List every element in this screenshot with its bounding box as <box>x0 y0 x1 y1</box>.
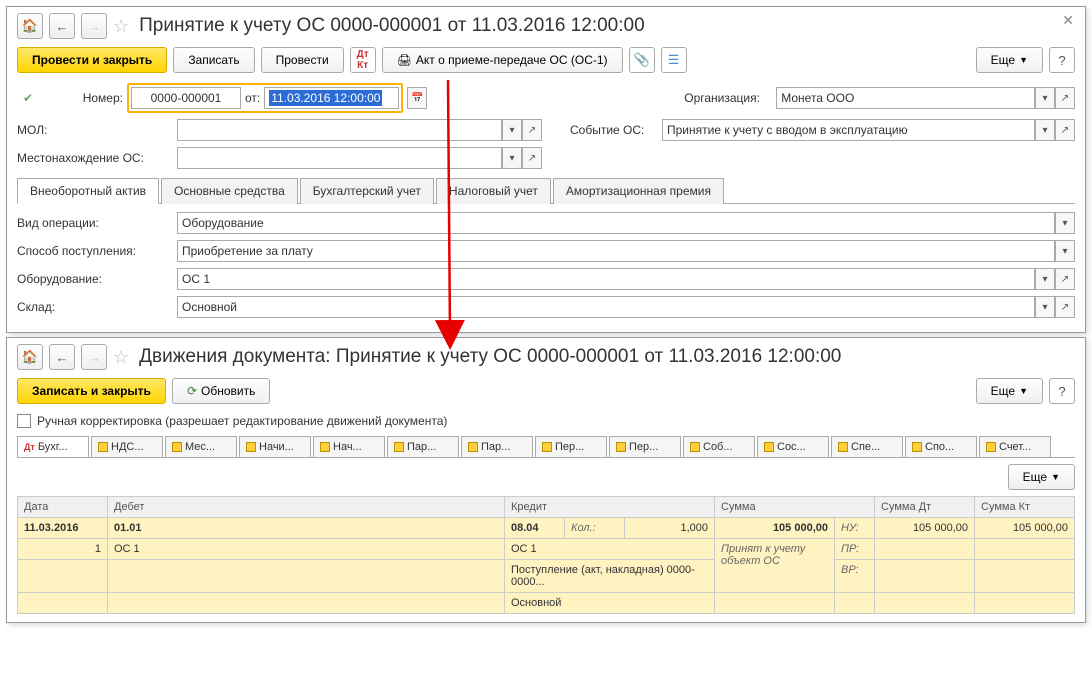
home-button[interactable]: 🏠 <box>17 13 43 39</box>
location-label: Местонахождение ОС: <box>17 151 173 165</box>
organization-label: Организация: <box>684 91 772 105</box>
warehouse-label: Склад: <box>17 300 173 314</box>
movements-tab-6[interactable]: Пар... <box>461 436 533 457</box>
grid-more-button[interactable]: Еще ▼ <box>1008 464 1075 490</box>
equipment-label: Оборудование: <box>17 272 173 286</box>
mol-label: МОЛ: <box>17 123 173 137</box>
operation-type-field[interactable]: Оборудование <box>177 212 1055 234</box>
movements-tab-4[interactable]: Нач... <box>313 436 385 457</box>
table-row[interactable]: 1 ОС 1 ОС 1 Принят к учету объект ОС ПР: <box>18 539 1075 560</box>
movements-tab-12[interactable]: Спо... <box>905 436 977 457</box>
manual-edit-label: Ручная корректировка (разрешает редактир… <box>37 414 447 428</box>
write-button[interactable]: Записать <box>173 47 254 73</box>
refresh-button[interactable]: ⟳Обновить <box>172 378 270 404</box>
event-field[interactable]: Принятие к учету с вводом в эксплуатацию <box>662 119 1035 141</box>
home-button[interactable]: 🏠 <box>17 344 43 370</box>
movements-tab-1[interactable]: НДС... <box>91 436 163 457</box>
operation-type-label: Вид операции: <box>17 216 173 230</box>
movements-tab-13[interactable]: Счет... <box>979 436 1051 457</box>
post-and-close-button[interactable]: Провести и закрыть <box>17 47 167 73</box>
doc-status-icon: ✔ <box>17 87 39 109</box>
movements-tab-0[interactable]: ДтБухг... <box>17 436 89 457</box>
tab-tax[interactable]: Налоговый учет <box>436 178 551 204</box>
back-button[interactable]: ← <box>49 344 75 370</box>
forward-button[interactable]: → <box>81 344 107 370</box>
from-label: от: <box>245 91 260 105</box>
equipment-field[interactable]: ОС 1 <box>177 268 1035 290</box>
help-button[interactable]: ? <box>1049 378 1075 404</box>
dropdown-icon[interactable]: ▾ <box>502 119 522 141</box>
movements-title: Движения документа: Принятие к учету ОС … <box>139 346 841 368</box>
col-sum[interactable]: Сумма <box>715 497 875 518</box>
write-and-close-button[interactable]: Записать и закрыть <box>17 378 166 404</box>
dropdown-icon[interactable]: ▾ <box>1035 87 1055 109</box>
star-icon[interactable]: ☆ <box>113 16 129 37</box>
refresh-icon: ⟳ <box>187 384 197 398</box>
mol-field[interactable] <box>177 119 502 141</box>
tab-noncurrent-asset[interactable]: Внеоборотный актив <box>17 178 159 204</box>
dropdown-icon[interactable]: ▾ <box>1035 268 1055 290</box>
organization-field[interactable]: Монета ООО <box>776 87 1035 109</box>
movements-tab-10[interactable]: Сос... <box>757 436 829 457</box>
open-icon[interactable]: ↗ <box>522 147 542 169</box>
movements-tab-5[interactable]: Пар... <box>387 436 459 457</box>
movements-tab-9[interactable]: Соб... <box>683 436 755 457</box>
dropdown-icon[interactable]: ▾ <box>1055 212 1075 234</box>
movements-tab-2[interactable]: Мес... <box>165 436 237 457</box>
dropdown-icon[interactable]: ▾ <box>1035 296 1055 318</box>
warehouse-field[interactable]: Основной <box>177 296 1035 318</box>
more-button[interactable]: Еще ▼ <box>976 378 1043 404</box>
col-date[interactable]: Дата <box>18 497 108 518</box>
star-icon[interactable]: ☆ <box>113 347 129 368</box>
receipt-method-field[interactable]: Приобретение за плату <box>177 240 1055 262</box>
open-icon[interactable]: ↗ <box>522 119 542 141</box>
close-icon[interactable]: ✕ <box>1062 12 1074 29</box>
open-icon[interactable]: ↗ <box>1055 268 1075 290</box>
back-button[interactable]: ← <box>49 13 75 39</box>
tab-fixed-assets[interactable]: Основные средства <box>161 178 298 204</box>
receipt-method-label: Способ поступления: <box>17 244 173 258</box>
tab-depreciation-bonus[interactable]: Амортизационная премия <box>553 178 724 204</box>
dt-kt-icon[interactable]: ДтКт <box>350 47 376 73</box>
open-icon[interactable]: ↗ <box>1055 119 1075 141</box>
table-row[interactable]: 11.03.2016 01.01 08.04 Кол.: 1,000 105 0… <box>18 518 1075 539</box>
col-sum-kt[interactable]: Сумма Кт <box>975 497 1075 518</box>
print-act-button[interactable]: 🖨Акт о приеме-передаче ОС (ОС-1) <box>382 47 623 73</box>
open-icon[interactable]: ↗ <box>1055 296 1075 318</box>
page-title: Принятие к учету ОС 0000-000001 от 11.03… <box>139 15 645 37</box>
help-button[interactable]: ? <box>1049 47 1075 73</box>
tab-accounting[interactable]: Бухгалтерский учет <box>300 178 434 204</box>
event-label: Событие ОС: <box>570 123 658 137</box>
table-row[interactable]: Поступление (акт, накладная) 0000-0000..… <box>18 560 1075 593</box>
movements-tab-7[interactable]: Пер... <box>535 436 607 457</box>
open-icon[interactable]: ↗ <box>1055 87 1075 109</box>
location-field[interactable] <box>177 147 502 169</box>
movements-tab-3[interactable]: Начи... <box>239 436 311 457</box>
dropdown-icon[interactable]: ▾ <box>1055 240 1075 262</box>
table-row[interactable]: Основной <box>18 593 1075 614</box>
report-button[interactable]: ☰ <box>661 47 687 73</box>
dropdown-icon[interactable]: ▾ <box>502 147 522 169</box>
col-sum-dt[interactable]: Сумма Дт <box>875 497 975 518</box>
more-button[interactable]: Еще ▼ <box>976 47 1043 73</box>
manual-edit-checkbox[interactable] <box>17 414 31 428</box>
col-debit[interactable]: Дебет <box>108 497 505 518</box>
date-field[interactable]: 11.03.2016 12:00:00 <box>264 87 399 109</box>
post-button[interactable]: Провести <box>261 47 344 73</box>
dropdown-icon[interactable]: ▾ <box>1035 119 1055 141</box>
number-label: Номер: <box>43 91 123 105</box>
calendar-icon[interactable]: 📅 <box>407 87 427 109</box>
movements-tab-11[interactable]: Спе... <box>831 436 903 457</box>
col-credit[interactable]: Кредит <box>505 497 715 518</box>
accounting-grid: Дата Дебет Кредит Сумма Сумма Дт Сумма К… <box>17 496 1075 614</box>
movements-tab-8[interactable]: Пер... <box>609 436 681 457</box>
main-tabs: Внеоборотный актив Основные средства Бух… <box>17 177 1075 204</box>
number-field[interactable]: 0000-000001 <box>131 87 241 109</box>
attach-button[interactable]: 📎 <box>629 47 655 73</box>
movements-tabs: ДтБухг... НДС... Мес... Начи... Нач... П… <box>17 436 1075 458</box>
forward-button[interactable]: → <box>81 13 107 39</box>
